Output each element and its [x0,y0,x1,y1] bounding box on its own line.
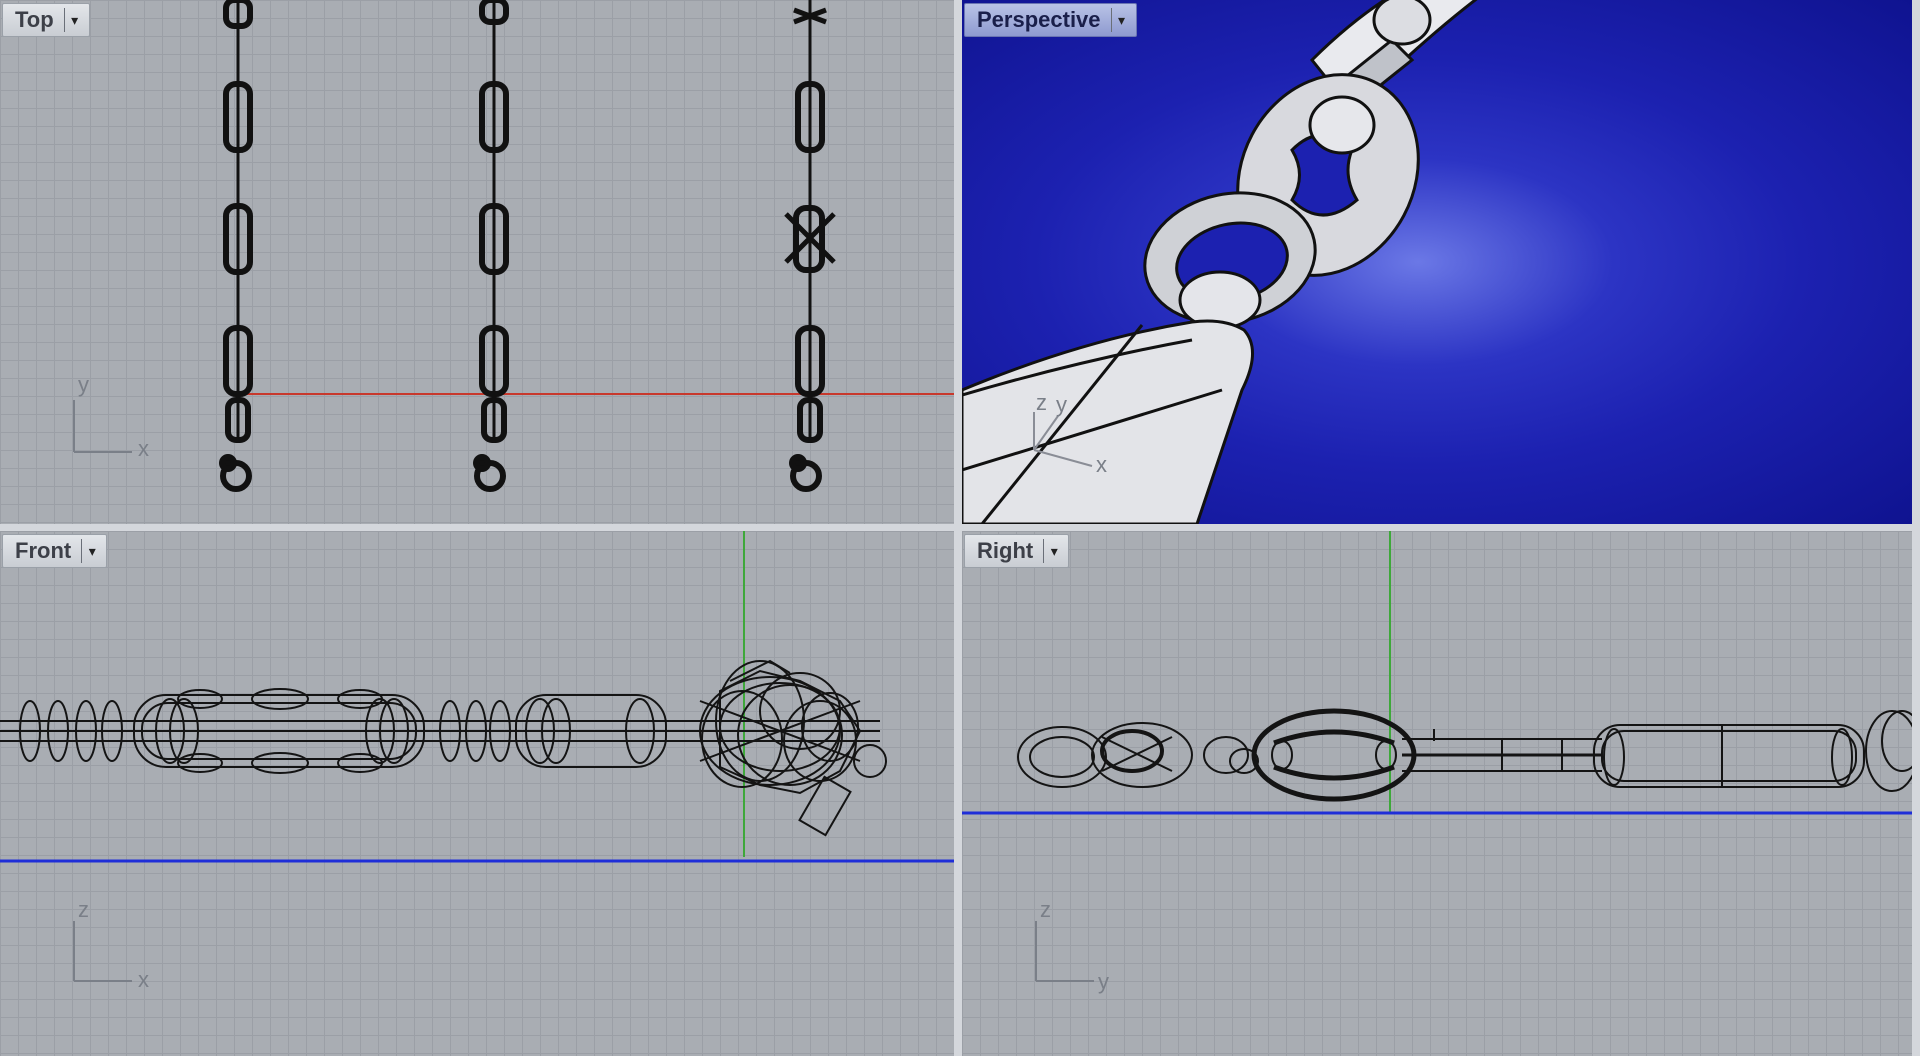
top-viewport-tab[interactable]: Top ▾ [2,3,90,37]
right-axis-triad [1035,921,1094,982]
front-axis-z-label: z [78,897,89,922]
top-viewport[interactable]: y x Top ▾ [0,0,954,524]
right-viewport-tab[interactable]: Right ▾ [964,534,1070,568]
front-viewport[interactable]: z x Front ▾ [0,531,954,1056]
viewport-grid: y x Top ▾ z y x Perspective ▾ z x Front … [0,0,1920,1056]
front-swivel-cluster [699,659,887,837]
dropdown-arrow-icon[interactable]: ▾ [81,539,102,563]
front-axis-triad [73,921,132,982]
chain-3 [784,0,836,492]
persp-axis-z-label: z [1036,390,1047,415]
chain-1 [219,0,253,492]
right-viewport-title: Right [977,538,1034,563]
front-viewport-title: Front [15,538,72,563]
dropdown-arrow-icon[interactable]: ▾ [1043,539,1064,563]
perspective-view-geometry: z y x [962,0,1478,524]
right-chain-wire [1017,708,1912,802]
front-view-geometry: z x [0,531,954,992]
perspective-viewport-title: Perspective [977,7,1101,32]
right-axis-z-label: z [1040,897,1051,922]
top-viewport-title: Top [15,7,54,32]
persp-axis-y-label: y [1056,392,1067,417]
right-axis-y-label: y [1098,969,1109,994]
top-view-geometry: y x [73,0,954,492]
top-axis-y-label: y [78,372,89,397]
right-view-geometry: z y [962,531,1912,994]
dropdown-arrow-icon[interactable]: ▾ [1110,8,1132,32]
top-axis-triad [73,400,132,453]
chain-2 [473,0,509,492]
right-viewport[interactable]: z y Right ▾ [962,531,1912,1056]
front-chain-wire [0,688,880,774]
front-axis-x-label: x [138,967,149,992]
front-viewport-tab[interactable]: Front ▾ [2,534,108,568]
persp-axis-x-label: x [1096,452,1107,477]
dropdown-arrow-icon[interactable]: ▾ [63,8,85,32]
bell-body [962,319,1254,524]
perspective-viewport[interactable]: z y x Perspective ▾ [962,0,1912,524]
perspective-viewport-tab[interactable]: Perspective ▾ [964,3,1137,37]
top-axis-x-label: x [138,436,149,461]
